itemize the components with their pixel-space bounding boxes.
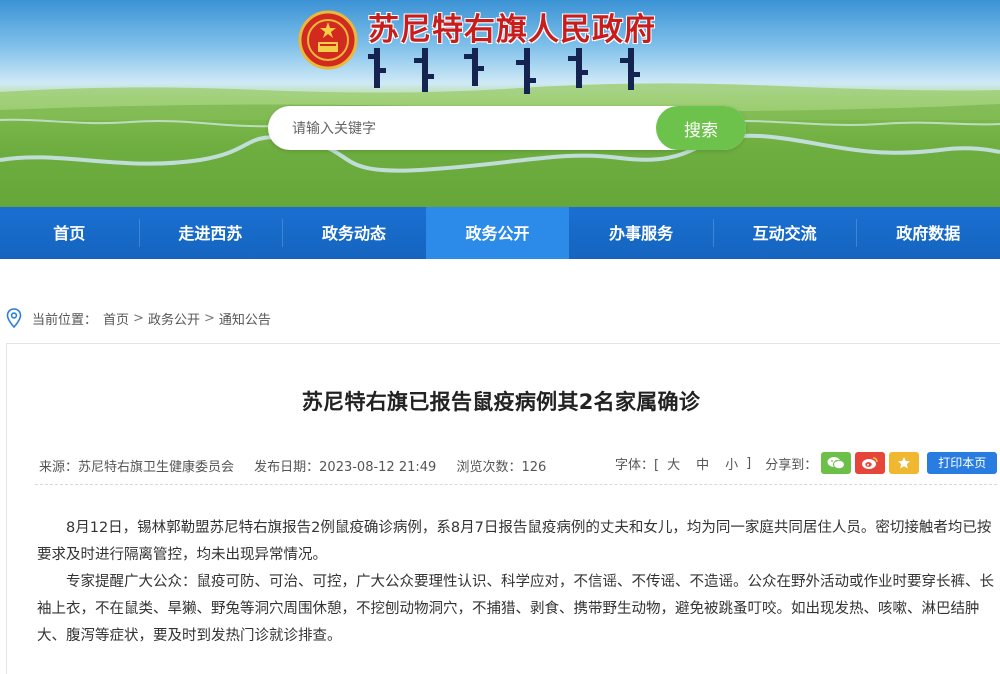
main-nav: 首页 走进西苏 政务动态 政务公开 办事服务 互动交流 政府数据 bbox=[0, 207, 1000, 259]
search-box: 搜索 bbox=[268, 106, 746, 152]
nav-item-home[interactable]: 首页 bbox=[0, 207, 139, 259]
font-size-bracket: ] bbox=[746, 455, 752, 471]
article-panel: 苏尼特右旗已报告鼠疫病例其2名家属确诊 来源：苏尼特右旗卫生健康委员会 发布日期… bbox=[6, 343, 1000, 674]
breadcrumb-prefix: 当前位置： bbox=[32, 312, 98, 328]
font-size-medium[interactable]: 中 bbox=[696, 454, 709, 473]
breadcrumb-link-gov-affairs[interactable]: 政务公开 bbox=[148, 309, 200, 328]
font-size-small[interactable]: 小 bbox=[725, 454, 738, 473]
national-emblem-icon bbox=[298, 10, 358, 70]
search-input[interactable] bbox=[290, 106, 654, 152]
search-button[interactable]: 搜索 bbox=[656, 106, 746, 150]
share-label: 分享到： bbox=[765, 457, 818, 473]
article-body: 8月12日，锡林郭勒盟苏尼特右旗报告2例鼠疫确诊病例，系8月7日报告鼠疫病例的丈… bbox=[37, 515, 995, 650]
nav-item-news[interactable]: 政务动态 bbox=[282, 207, 426, 259]
location-pin-icon bbox=[6, 308, 22, 328]
article-title: 苏尼特右旗已报告鼠疫病例其2名家属确诊 bbox=[301, 390, 701, 414]
nav-item-services[interactable]: 办事服务 bbox=[569, 207, 713, 259]
meta-divider bbox=[35, 484, 997, 485]
share-weibo-button[interactable] bbox=[855, 452, 886, 474]
article-paragraph: 专家提醒广大公众：鼠疫可防、可治、可控，广大公众要理性认识、科学应对，不信谣、不… bbox=[37, 574, 994, 644]
print-button[interactable]: 打印本页 bbox=[927, 452, 998, 474]
share-wechat-button[interactable] bbox=[821, 452, 852, 474]
breadcrumb-link-home[interactable]: 首页 bbox=[103, 309, 129, 328]
article-tools: 字体：[ 大 中 小 ] 分享到： 打印本页 bbox=[615, 452, 998, 474]
article-views: 浏览次数：126 bbox=[456, 460, 547, 475]
weibo-icon bbox=[862, 457, 878, 469]
article-meta: 来源：苏尼特右旗卫生健康委员会 发布日期：2023-08-12 21:49 浏览… bbox=[39, 456, 562, 475]
font-size-label: 字体：[ bbox=[615, 457, 660, 473]
mongolian-script-title bbox=[368, 48, 640, 94]
nav-item-about[interactable]: 走进西苏 bbox=[138, 207, 283, 259]
nav-item-gov-affairs[interactable]: 政务公开 bbox=[425, 207, 570, 259]
breadcrumb-link-notices[interactable]: 通知公告 bbox=[219, 309, 271, 328]
site-banner: 苏尼特右旗人民政府 搜索 bbox=[0, 0, 1000, 208]
article-publish-date: 发布日期：2023-08-12 21:49 bbox=[254, 460, 437, 475]
font-size-large[interactable]: 大 bbox=[667, 454, 680, 473]
breadcrumb-separator: > bbox=[203, 310, 215, 326]
nav-item-data[interactable]: 政府数据 bbox=[856, 207, 1000, 259]
article-paragraph: 8月12日，锡林郭勒盟苏尼特右旗报告2例鼠疫确诊病例，系8月7日报告鼠疫病例的丈… bbox=[37, 520, 992, 563]
wechat-icon bbox=[827, 457, 846, 470]
share-favorite-button[interactable] bbox=[889, 452, 920, 474]
star-icon bbox=[898, 457, 911, 469]
breadcrumb-separator: > bbox=[133, 310, 144, 326]
site-title: 苏尼特右旗人民政府 bbox=[368, 12, 656, 48]
nav-item-interaction[interactable]: 互动交流 bbox=[712, 207, 857, 259]
breadcrumb: 当前位置： 首页 > 政务公开 > 通知公告 bbox=[6, 307, 271, 329]
article-source: 来源：苏尼特右旗卫生健康委员会 bbox=[39, 460, 235, 475]
